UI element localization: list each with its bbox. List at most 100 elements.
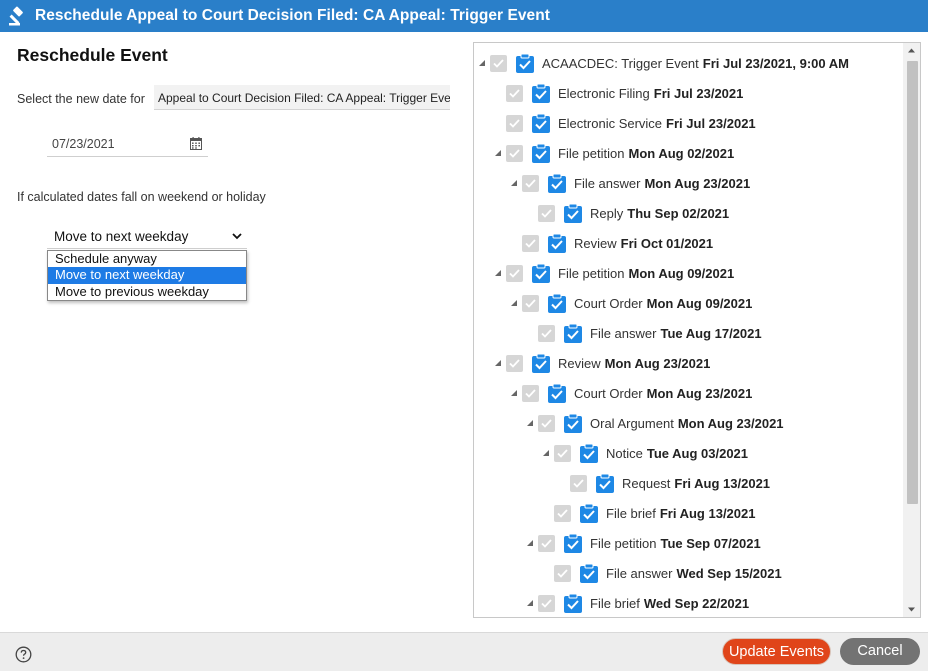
checkbox-disabled [506, 84, 523, 102]
include-checkbox[interactable] [564, 323, 582, 343]
tree-row[interactable]: File brief Wed Sep 22/2021 [538, 591, 749, 615]
include-checkbox[interactable] [532, 263, 550, 283]
tree-row[interactable]: Review Mon Aug 23/2021 [506, 351, 710, 375]
event-name: File petition [558, 265, 625, 281]
event-name: File petition [558, 145, 625, 161]
event-date: Tue Aug 17/2021 [660, 325, 762, 341]
include-checkbox[interactable] [548, 383, 566, 403]
event-name: File answer [606, 565, 673, 581]
date-input[interactable]: 07/23/2021 [47, 132, 208, 157]
expand-toggle-icon[interactable] [510, 299, 518, 307]
tree-row[interactable]: File answer Wed Sep 15/2021 [554, 561, 782, 585]
clipboard-check-icon [596, 473, 614, 493]
include-checkbox[interactable] [580, 563, 598, 583]
include-checkbox[interactable] [580, 443, 598, 463]
help-icon[interactable] [15, 646, 32, 663]
event-name: Review [574, 235, 617, 251]
tree-scrollbar[interactable] [903, 43, 920, 617]
checkmark-icon [525, 388, 536, 398]
select-date-label: Select the new date for [17, 92, 145, 106]
update-events-button[interactable]: Update Events [722, 638, 831, 665]
event-name: Electronic Service [558, 115, 663, 131]
option-move-previous-weekday[interactable]: Move to previous weekday [48, 284, 246, 300]
tree-row[interactable]: ACAACDEC: Trigger Event Fri Jul 23/2021, … [490, 51, 849, 75]
tree-row[interactable]: Reply Thu Sep 02/2021 [538, 201, 729, 225]
clipboard-check-icon [580, 503, 598, 523]
event-date: Mon Aug 23/2021 [604, 355, 711, 371]
tree-row[interactable]: File answer Tue Aug 17/2021 [538, 321, 762, 345]
include-checkbox[interactable] [596, 473, 614, 493]
weekend-select[interactable]: Move to next weekday [47, 224, 247, 249]
tree-row[interactable]: File petition Tue Sep 07/2021 [538, 531, 761, 555]
checkbox-disabled [570, 474, 587, 492]
clipboard-check-icon [564, 413, 582, 433]
calendar-icon[interactable] [190, 137, 202, 150]
include-checkbox[interactable] [548, 293, 566, 313]
checkbox-disabled [522, 384, 539, 402]
event-name: File answer [574, 175, 641, 191]
event-date: Fri Aug 13/2021 [659, 505, 756, 521]
include-checkbox[interactable] [564, 533, 582, 553]
event-name: File petition [590, 535, 657, 551]
option-schedule-anyway[interactable]: Schedule anyway [48, 251, 246, 267]
checkbox-disabled [538, 324, 555, 342]
scrollbar-thumb[interactable] [907, 61, 918, 504]
include-checkbox[interactable] [532, 113, 550, 133]
include-checkbox[interactable] [532, 143, 550, 163]
tree-row[interactable]: Oral Argument Mon Aug 23/2021 [538, 411, 784, 435]
tree-row[interactable]: Electronic Filing Fri Jul 23/2021 [506, 81, 743, 105]
event-name: Electronic Filing [558, 85, 650, 101]
clipboard-check-icon [564, 203, 582, 223]
include-checkbox[interactable] [548, 233, 566, 253]
event-date: Fri Jul 23/2021, 9:00 AM [702, 55, 849, 71]
include-checkbox[interactable] [548, 173, 566, 193]
include-checkbox[interactable] [564, 203, 582, 223]
include-checkbox[interactable] [532, 83, 550, 103]
include-checkbox[interactable] [532, 353, 550, 373]
clipboard-check-icon [580, 563, 598, 583]
cancel-button[interactable]: Cancel [840, 638, 920, 665]
tree-row[interactable]: Court Order Mon Aug 23/2021 [522, 381, 752, 405]
checkbox-disabled [538, 594, 555, 612]
checkmark-icon [525, 298, 536, 308]
event-date: Fri Oct 01/2021 [620, 235, 714, 251]
checkbox-disabled [522, 234, 539, 252]
expand-toggle-icon[interactable] [494, 149, 502, 157]
tree-row[interactable]: File answer Mon Aug 23/2021 [522, 171, 750, 195]
expand-toggle-icon[interactable] [526, 539, 534, 547]
expand-toggle-icon[interactable] [510, 179, 518, 187]
expand-toggle-icon[interactable] [494, 359, 502, 367]
checkbox-disabled [538, 414, 555, 432]
event-name: Request [622, 475, 671, 491]
expand-toggle-icon[interactable] [494, 269, 502, 277]
option-move-next-weekday[interactable]: Move to next weekday [48, 267, 246, 284]
expand-toggle-icon[interactable] [526, 419, 534, 427]
tree-row[interactable]: Notice Tue Aug 03/2021 [554, 441, 748, 465]
expand-toggle-icon[interactable] [510, 389, 518, 397]
event-date: Mon Aug 02/2021 [628, 145, 735, 161]
expand-toggle-icon[interactable] [542, 449, 550, 457]
expand-toggle-icon[interactable] [526, 599, 534, 607]
scroll-up-arrow-icon[interactable] [907, 46, 916, 55]
tree-row[interactable]: Request Fri Aug 13/2021 [570, 471, 770, 495]
include-checkbox[interactable] [564, 413, 582, 433]
tree-row[interactable]: File petition Mon Aug 02/2021 [506, 141, 734, 165]
checkbox-disabled [554, 444, 571, 462]
include-checkbox[interactable] [564, 593, 582, 613]
checkbox-disabled [506, 144, 523, 162]
event-tree: ACAACDEC: Trigger Event Fri Jul 23/2021, … [473, 42, 921, 618]
tree-row[interactable]: Electronic Service Fri Jul 23/2021 [506, 111, 756, 135]
event-date: Mon Aug 23/2021 [677, 415, 784, 431]
tree-row[interactable]: Review Fri Oct 01/2021 [522, 231, 713, 255]
checkbox-disabled [554, 504, 571, 522]
clipboard-check-icon [532, 83, 550, 103]
scroll-down-arrow-icon[interactable] [907, 605, 916, 614]
include-checkbox[interactable] [516, 53, 534, 73]
tree-row[interactable]: File petition Mon Aug 09/2021 [506, 261, 734, 285]
clipboard-check-icon [532, 353, 550, 373]
event-name: Court Order [574, 385, 643, 401]
tree-row[interactable]: Court Order Mon Aug 09/2021 [522, 291, 752, 315]
expand-toggle-icon[interactable] [478, 59, 486, 67]
tree-row[interactable]: File brief Fri Aug 13/2021 [554, 501, 755, 525]
include-checkbox[interactable] [580, 503, 598, 523]
